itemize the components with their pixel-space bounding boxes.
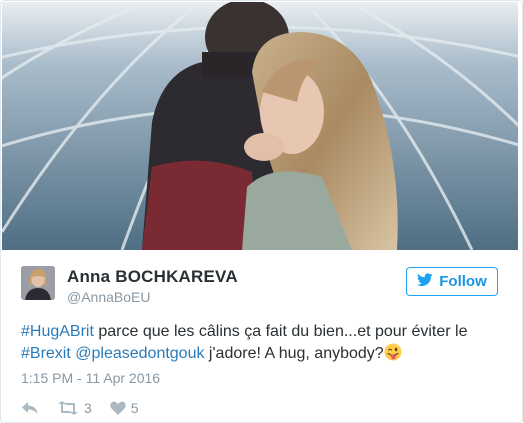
tweet-text: #HugABrit parce que les câlins ça fait d… — [21, 321, 501, 365]
tweet-timestamp[interactable]: 1:15 PM - 11 Apr 2016 — [21, 370, 160, 386]
tweet-actions: 3 5 — [21, 398, 139, 418]
tweet-card: Anna BOCHKAREVA @AnnaBoEU Follow #HugABr… — [0, 0, 523, 423]
winking-tongue-emoji — [384, 343, 402, 361]
tweet-text-part: j'adore! A hug, anybody? — [204, 345, 384, 362]
author-handle[interactable]: @AnnaBoEU — [67, 289, 150, 305]
avatar-image — [21, 266, 55, 300]
reply-icon — [21, 401, 39, 415]
retweet-count: 3 — [84, 400, 92, 416]
mention-pleasedontgouk[interactable]: @pleasedontgouk — [75, 345, 204, 362]
tweet-photo[interactable] — [2, 2, 518, 250]
photo-illustration — [2, 2, 518, 250]
avatar[interactable] — [21, 266, 55, 300]
reply-button[interactable] — [21, 401, 39, 415]
retweet-icon — [57, 401, 79, 415]
author-name[interactable]: Anna BOCHKAREVA — [67, 267, 238, 287]
hashtag-brexit[interactable]: #Brexit — [21, 345, 71, 362]
like-button[interactable]: 5 — [110, 400, 139, 416]
tweet-text-part: parce que les câlins ça fait du bien...e… — [93, 323, 468, 340]
like-count: 5 — [130, 400, 139, 416]
follow-label: Follow — [439, 273, 487, 290]
hashtag-hugabrit[interactable]: #HugABrit — [21, 323, 94, 340]
follow-button[interactable]: Follow — [406, 267, 498, 296]
retweet-button[interactable]: 3 — [57, 400, 92, 416]
twitter-bird-icon — [417, 272, 433, 291]
heart-icon — [110, 401, 126, 415]
